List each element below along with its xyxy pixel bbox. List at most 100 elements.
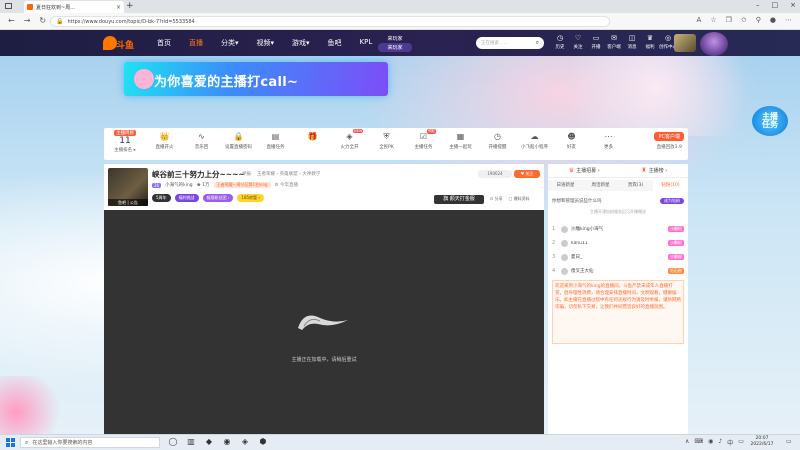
toolbar-item-7[interactable]: ☑ 主播任务 领取 [405,129,442,150]
back-icon[interactable]: ← [8,16,15,25]
header-icon-item-0[interactable]: ◷ 历史 [551,34,569,50]
toolbar-item-2[interactable]: 🔒 设置直播密码 [220,132,257,150]
anchor-report[interactable]: ⚙ 今年直播 [275,182,298,188]
header-promo[interactable]: 来玩家 来玩家 [378,35,412,52]
header-icon-item-4[interactable]: ◫ 消息 [623,34,641,50]
forward-icon[interactable]: → [24,16,31,25]
taskbar-app-5-icon[interactable]: ⬢ [258,437,268,448]
chip-welfare[interactable]: 福利挑战 [174,194,199,202]
tray-2-icon[interactable]: ◉ [708,438,713,447]
follow-button[interactable]: ♥ 关注 [514,170,540,178]
nav-item-6[interactable]: KPL [360,38,373,48]
become-fan-button[interactable]: 成为钻粉 [660,197,684,204]
toolbar-item-10[interactable]: ☁ 小飞船小程序 [516,132,553,150]
taskbar-app-2-icon[interactable]: ◆ [204,437,214,448]
search-icon[interactable]: ⌕ [536,39,539,47]
header-icon-item-2[interactable]: ▭ 开播 [587,34,605,50]
toolbar-item-3[interactable]: ▤ 直播任务 [257,132,294,150]
nav-item-2[interactable]: 分类▾ [221,38,239,48]
anchor-rank-badge[interactable]: 王者荣耀一周分区第1名king [213,182,271,188]
tray-0-icon[interactable]: ∧ [685,438,689,447]
pc-client-button[interactable]: PC客户端 [654,132,684,141]
anchor-recruit-link[interactable]: ♛ 主播招募 › [569,167,600,174]
taskbar-app-1-icon[interactable]: ▥ [186,437,196,448]
tab-actions-icon[interactable] [5,3,12,9]
nav-item-0[interactable]: 首页 [157,38,171,48]
toolbar-item-12[interactable]: ⋯ 更多 [590,132,627,150]
anchor-name[interactable]: 小海气的king [165,182,193,188]
taskbar-app-3-icon[interactable]: ◉ [222,437,232,448]
share-button[interactable]: ⊡ 分享 [490,196,503,202]
chat-tab-1[interactable]: 周活新星 [583,180,618,191]
taskbar-search-input[interactable]: 在这里输入你要搜索的内容 [32,439,92,446]
tray-3-icon[interactable]: ♪ [718,438,722,447]
nav-item-1[interactable]: 直播 [189,38,203,48]
report-data-button[interactable]: ▢ 爆料资料 [509,196,530,202]
fan-row[interactable]: 1 沙雕king小海气 沙雕粉 [552,222,684,236]
notification-icon[interactable]: ▭ [786,438,792,445]
browser-tab-active[interactable]: 夏日狂欢到~周... × [24,1,124,13]
header-icon-item-1[interactable]: ♡ 关注 [569,34,587,50]
minimize-button[interactable]: – [756,1,760,9]
chat-tab-0[interactable]: 日语新星 [548,180,583,191]
toolbar-item-4[interactable]: 🎁 [294,132,331,150]
header-icon-item-3[interactable]: ✉ 客户端 [605,34,623,50]
start-button[interactable] [6,438,15,447]
extensions-icon[interactable]: ⚲ [756,16,761,24]
profile-icon[interactable]: ● [770,16,776,24]
user-avatar[interactable] [674,34,696,52]
favorites-icon[interactable]: ✩ [741,16,747,24]
site-search[interactable]: 正在搜索…… ⌕ [476,37,544,49]
chat-tab-3[interactable]: 钻粉(10) [653,180,688,191]
taskbar-app-0-icon[interactable]: ◯ [168,437,178,448]
favorite-star-icon[interactable]: ☆ [710,16,716,24]
category-breadcrumb[interactable]: 王者荣耀 › 英雄联盟 › 大神教学 [257,171,320,177]
chat-tab-2[interactable]: 贵宾(3) [618,180,653,191]
weekly-rank[interactable]: 主播周榜 11 主播排名 ▸ [106,129,144,153]
douyu-logo[interactable]: 斗鱼 [103,36,137,51]
taskbar-search[interactable]: ⌕ 在这里输入你要搜索的内容 [20,437,160,448]
video-player[interactable]: 主播正在加载中，请稍后重试 [104,210,544,434]
chip-anniversary[interactable]: 5周年 [152,194,171,202]
anchor-avatar[interactable]: 鱼吧 | 公告 [108,168,148,206]
anchor-task-badge[interactable]: 主播 任务 [752,106,788,136]
search-input[interactable]: 正在搜索…… [481,40,534,46]
toolbar-item-6[interactable]: ⛨ 全民PK [368,132,405,150]
maximize-button[interactable]: □ [772,1,779,9]
toolbar-item-1[interactable]: ∿ 音乐回 [183,132,220,150]
pc-client-entry[interactable]: PC客户端 直播回放3.9 [654,132,684,150]
taskbar-app-4-icon[interactable]: ◈ [240,437,250,448]
lock-icon[interactable]: 🔒 [56,18,63,25]
url-field[interactable]: 🔒 https://www.douyu.com/topic/D-bk-7?rid… [50,16,610,27]
fan-row[interactable]: 2 kanu11 沙雕粉 [552,236,684,250]
toolbar-item-0[interactable]: 👑 直播开火 [146,132,183,150]
chip-fan-group[interactable]: 极限粉丝团 › [202,194,234,202]
anchor-board-link[interactable]: ♜ 主播榜 › [641,167,667,174]
more-menu-icon[interactable]: ⋯ [785,16,792,24]
toolbar-item-5[interactable]: ◈ 火力全开 NEW [331,129,368,150]
refresh-icon[interactable]: ↻ [39,16,46,25]
close-tab-icon[interactable]: × [116,4,121,11]
collections-icon[interactable]: ❐ [726,16,732,24]
new-tab-button[interactable]: + [126,1,134,11]
chip-room-admin[interactable]: 185房管 › [237,194,264,202]
close-window-button[interactable]: × [790,1,796,9]
report-link[interactable]: 举报 [242,171,251,177]
gift-banner[interactable]: 旗 颜天打金服 [434,195,484,204]
tray-5-icon[interactable]: ▭ [738,438,744,447]
event-banner[interactable]: 为你喜爱的主播打call~ [124,62,388,96]
fan-row[interactable]: 4 傻叉王大仙 钻石粉 [552,264,684,278]
tray-4-icon[interactable]: 中 [727,438,733,447]
anchor-avatar-caption[interactable]: 鱼吧 | 公告 [108,199,148,206]
fan-row[interactable]: 3 夏日_ 沙雕粉 [552,250,684,264]
nav-item-5[interactable]: 鱼吧 [328,38,342,48]
nav-item-3[interactable]: 视频▾ [257,38,275,48]
toolbar-item-11[interactable]: ☻ 好友 [553,132,590,150]
taskbar-clock[interactable]: 20:07 2022/6/17 [744,436,780,448]
toolbar-item-9[interactable]: ◷ 开播提醒 [479,132,516,150]
read-aloud-icon[interactable]: A [697,16,702,24]
toolbar-item-8[interactable]: ▦ 主播一起玩 [442,132,479,150]
header-icon-item-5[interactable]: ♛ 福利 [641,34,659,50]
nav-item-4[interactable]: 游戏▾ [292,38,310,48]
tray-1-icon[interactable]: ⌨ [694,438,703,447]
